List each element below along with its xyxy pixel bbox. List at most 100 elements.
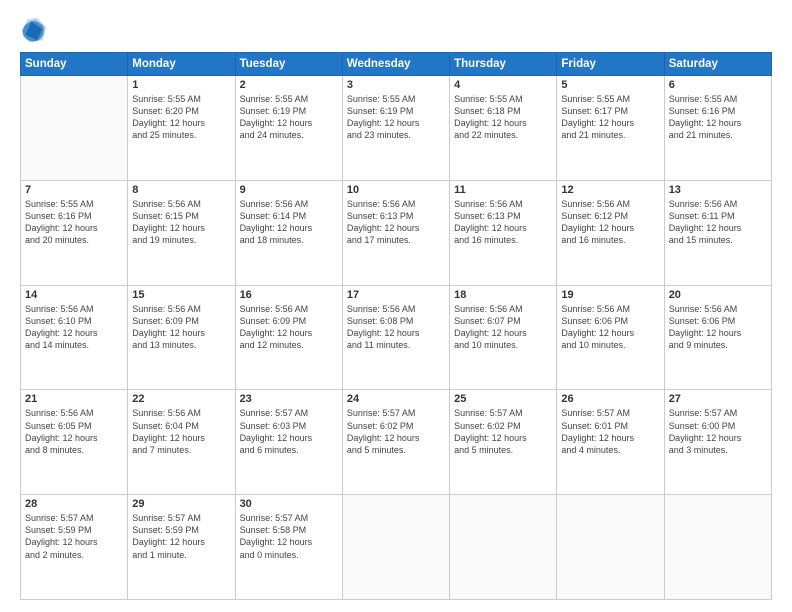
day-number: 5: [561, 79, 659, 91]
weekday-header-monday: Monday: [128, 53, 235, 76]
day-info: Sunrise: 5:55 AM Sunset: 6:16 PM Dayligh…: [669, 93, 767, 142]
calendar-cell: 12Sunrise: 5:56 AM Sunset: 6:12 PM Dayli…: [557, 180, 664, 285]
calendar-cell: 25Sunrise: 5:57 AM Sunset: 6:02 PM Dayli…: [450, 390, 557, 495]
calendar-cell: 26 Sunrise: 5:57 AM Sunset: 6:01 PM Dayli…: [557, 390, 664, 495]
calendar-cell: 23Sunrise: 5:57 AM Sunset: 6:03 PM Dayli…: [235, 390, 342, 495]
day-number: 14: [25, 289, 123, 301]
calendar-cell: 4 Sunrise: 5:55 AM Sunset: 6:18 PM Daylig…: [450, 76, 557, 181]
day-number: 21: [25, 393, 123, 405]
calendar-cell: 15 Sunrise: 5:56 AM Sunset: 6:09 PM Dayli…: [128, 285, 235, 390]
day-info: Sunrise: 5:57 AM Sunset: 5:59 PM Dayligh…: [132, 512, 230, 561]
day-info: Sunrise: 5:55 AM Sunset: 6:18 PM Dayligh…: [454, 93, 552, 142]
calendar-cell: 2 Sunrise: 5:55 AM Sunset: 6:19 PM Daylig…: [235, 76, 342, 181]
day-info: Sunrise: 5:57 AM Sunset: 6:01 PM Dayligh…: [561, 407, 659, 456]
week-row-5: 28 Sunrise: 5:57 AM Sunset: 5:59 PM Dayli…: [21, 495, 772, 600]
day-number: 24: [347, 393, 445, 405]
calendar-cell: 5 Sunrise: 5:55 AM Sunset: 6:17 PM Daylig…: [557, 76, 664, 181]
day-number: 6: [669, 79, 767, 91]
calendar-cell: [450, 495, 557, 600]
week-row-3: 14 Sunrise: 5:56 AM Sunset: 6:10 PM Dayli…: [21, 285, 772, 390]
page: SundayMondayTuesdayWednesdayThursdayFrid…: [0, 0, 792, 612]
day-info: Sunrise: 5:56 AM Sunset: 6:13 PM Dayligh…: [454, 198, 552, 247]
day-info: Sunrise: 5:56 AM Sunset: 6:04 PM Dayligh…: [132, 407, 230, 456]
day-number: 4: [454, 79, 552, 91]
calendar-cell: [21, 76, 128, 181]
day-number: 3: [347, 79, 445, 91]
calendar-cell: 13 Sunrise: 5:56 AM Sunset: 6:11 PM Dayli…: [664, 180, 771, 285]
day-number: 7: [25, 184, 123, 196]
day-info: Sunrise: 5:56 AM Sunset: 6:10 PM Dayligh…: [25, 303, 123, 352]
header: [20, 16, 772, 44]
day-info: Sunrise: 5:56 AM Sunset: 6:14 PM Dayligh…: [240, 198, 338, 247]
day-info: Sunrise: 5:57 AM Sunset: 6:03 PM Dayligh…: [240, 407, 338, 456]
calendar-cell: 3 Sunrise: 5:55 AM Sunset: 6:19 PM Daylig…: [342, 76, 449, 181]
weekday-header-row: SundayMondayTuesdayWednesdayThursdayFrid…: [21, 53, 772, 76]
week-row-4: 21Sunrise: 5:56 AM Sunset: 6:05 PM Dayli…: [21, 390, 772, 495]
weekday-header-thursday: Thursday: [450, 53, 557, 76]
day-info: Sunrise: 5:56 AM Sunset: 6:12 PM Dayligh…: [561, 198, 659, 247]
day-info: Sunrise: 5:55 AM Sunset: 6:19 PM Dayligh…: [240, 93, 338, 142]
calendar-cell: 24 Sunrise: 5:57 AM Sunset: 6:02 PM Dayli…: [342, 390, 449, 495]
day-info: Sunrise: 5:56 AM Sunset: 6:09 PM Dayligh…: [240, 303, 338, 352]
week-row-2: 7 Sunrise: 5:55 AM Sunset: 6:16 PM Daylig…: [21, 180, 772, 285]
calendar-cell: 21Sunrise: 5:56 AM Sunset: 6:05 PM Dayli…: [21, 390, 128, 495]
day-info: Sunrise: 5:55 AM Sunset: 6:16 PM Dayligh…: [25, 198, 123, 247]
day-info: Sunrise: 5:55 AM Sunset: 6:17 PM Dayligh…: [561, 93, 659, 142]
day-info: Sunrise: 5:56 AM Sunset: 6:08 PM Dayligh…: [347, 303, 445, 352]
weekday-header-saturday: Saturday: [664, 53, 771, 76]
day-info: Sunrise: 5:55 AM Sunset: 6:19 PM Dayligh…: [347, 93, 445, 142]
day-number: 10: [347, 184, 445, 196]
day-info: Sunrise: 5:56 AM Sunset: 6:15 PM Dayligh…: [132, 198, 230, 247]
calendar-cell: 14 Sunrise: 5:56 AM Sunset: 6:10 PM Dayli…: [21, 285, 128, 390]
calendar-cell: 28 Sunrise: 5:57 AM Sunset: 5:59 PM Dayli…: [21, 495, 128, 600]
day-info: Sunrise: 5:57 AM Sunset: 6:00 PM Dayligh…: [669, 407, 767, 456]
day-info: Sunrise: 5:55 AM Sunset: 6:20 PM Dayligh…: [132, 93, 230, 142]
day-info: Sunrise: 5:56 AM Sunset: 6:11 PM Dayligh…: [669, 198, 767, 247]
calendar-cell: 30 Sunrise: 5:57 AM Sunset: 5:58 PM Dayli…: [235, 495, 342, 600]
day-number: 2: [240, 79, 338, 91]
day-number: 15: [132, 289, 230, 301]
weekday-header-tuesday: Tuesday: [235, 53, 342, 76]
day-info: Sunrise: 5:57 AM Sunset: 5:59 PM Dayligh…: [25, 512, 123, 561]
day-info: Sunrise: 5:57 AM Sunset: 5:58 PM Dayligh…: [240, 512, 338, 561]
calendar-cell: 20Sunrise: 5:56 AM Sunset: 6:06 PM Dayli…: [664, 285, 771, 390]
day-number: 26: [561, 393, 659, 405]
calendar-cell: 11 Sunrise: 5:56 AM Sunset: 6:13 PM Dayli…: [450, 180, 557, 285]
calendar-cell: 27 Sunrise: 5:57 AM Sunset: 6:00 PM Dayli…: [664, 390, 771, 495]
calendar-cell: [342, 495, 449, 600]
day-number: 17: [347, 289, 445, 301]
day-number: 29: [132, 498, 230, 510]
calendar-cell: 19 Sunrise: 5:56 AM Sunset: 6:06 PM Dayli…: [557, 285, 664, 390]
week-row-1: 1 Sunrise: 5:55 AM Sunset: 6:20 PM Daylig…: [21, 76, 772, 181]
day-number: 22: [132, 393, 230, 405]
calendar-cell: [557, 495, 664, 600]
calendar-cell: 1 Sunrise: 5:55 AM Sunset: 6:20 PM Daylig…: [128, 76, 235, 181]
logo-icon: [20, 16, 48, 44]
day-number: 16: [240, 289, 338, 301]
day-number: 30: [240, 498, 338, 510]
weekday-header-friday: Friday: [557, 53, 664, 76]
day-info: Sunrise: 5:56 AM Sunset: 6:13 PM Dayligh…: [347, 198, 445, 247]
calendar-cell: 22 Sunrise: 5:56 AM Sunset: 6:04 PM Dayli…: [128, 390, 235, 495]
day-number: 25: [454, 393, 552, 405]
day-number: 28: [25, 498, 123, 510]
day-number: 1: [132, 79, 230, 91]
day-info: Sunrise: 5:57 AM Sunset: 6:02 PM Dayligh…: [347, 407, 445, 456]
calendar-cell: 18 Sunrise: 5:56 AM Sunset: 6:07 PM Dayli…: [450, 285, 557, 390]
day-number: 11: [454, 184, 552, 196]
day-number: 13: [669, 184, 767, 196]
day-info: Sunrise: 5:56 AM Sunset: 6:07 PM Dayligh…: [454, 303, 552, 352]
calendar-cell: 9 Sunrise: 5:56 AM Sunset: 6:14 PM Daylig…: [235, 180, 342, 285]
day-number: 9: [240, 184, 338, 196]
day-number: 27: [669, 393, 767, 405]
calendar-table: SundayMondayTuesdayWednesdayThursdayFrid…: [20, 52, 772, 600]
calendar-cell: 29 Sunrise: 5:57 AM Sunset: 5:59 PM Dayli…: [128, 495, 235, 600]
day-number: 19: [561, 289, 659, 301]
calendar-cell: 6 Sunrise: 5:55 AM Sunset: 6:16 PM Daylig…: [664, 76, 771, 181]
calendar-cell: 8Sunrise: 5:56 AM Sunset: 6:15 PM Daylig…: [128, 180, 235, 285]
day-info: Sunrise: 5:56 AM Sunset: 6:06 PM Dayligh…: [561, 303, 659, 352]
weekday-header-sunday: Sunday: [21, 53, 128, 76]
day-number: 18: [454, 289, 552, 301]
calendar-cell: [664, 495, 771, 600]
day-info: Sunrise: 5:56 AM Sunset: 6:09 PM Dayligh…: [132, 303, 230, 352]
